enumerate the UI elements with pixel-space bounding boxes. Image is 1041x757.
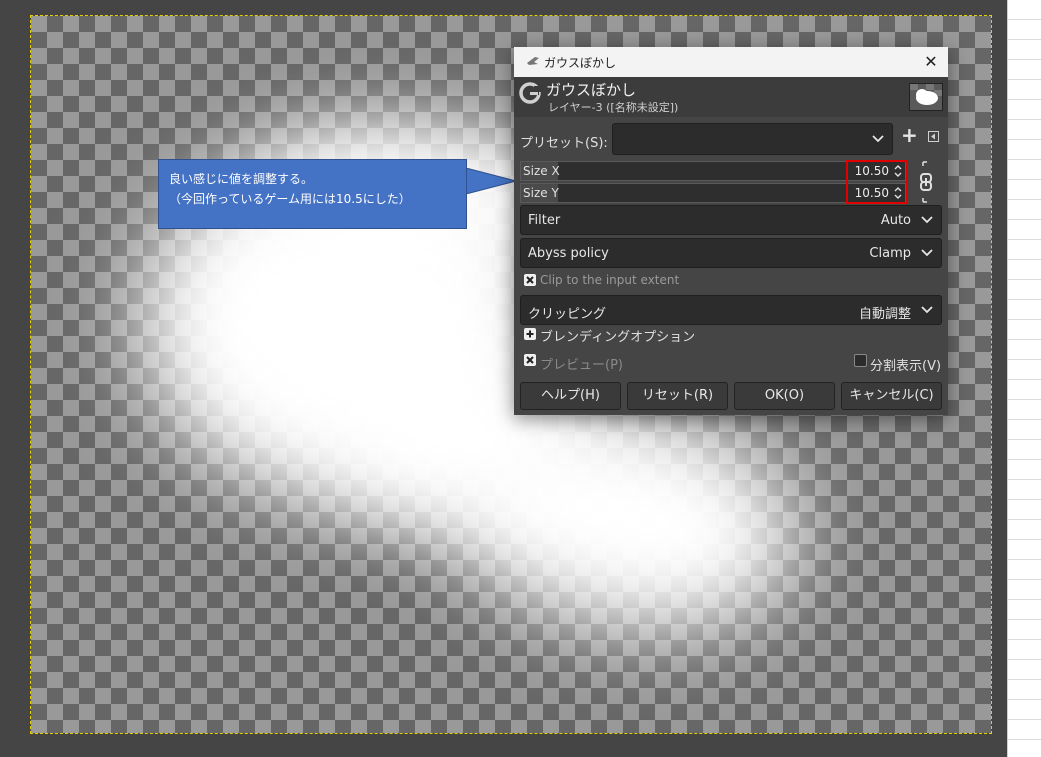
blending-options-label: ブレンディングオプション	[540, 330, 696, 345]
gimp-window-icon	[527, 57, 539, 65]
callout-line-2: （今回作っているゲーム用には10.5にした）	[169, 192, 411, 206]
cancel-button[interactable]: キャンセル(C)	[841, 382, 942, 410]
checkbox-unchecked-icon[interactable]	[854, 354, 867, 367]
checkbox-checked-icon[interactable]	[524, 354, 536, 366]
clipping-value: 自動調整	[858, 307, 911, 322]
gegl-logo-icon	[519, 82, 541, 104]
clipping-label: クリッピング	[528, 307, 607, 322]
layer-thumbnail	[909, 83, 943, 111]
gaussian-blur-dialog: ガウスぼかし ✕ ガウスぼかし レイヤー-3 ([名称未設定]) プリセット(S…	[514, 47, 948, 415]
preview-label: プレビュー(P)	[540, 358, 623, 373]
help-button[interactable]: ヘルプ(H)	[520, 382, 621, 410]
window-title: ガウスぼかし	[544, 56, 617, 70]
dialog-title: ガウスぼかし	[546, 81, 637, 99]
abyss-policy-label: Abyss policy	[528, 246, 609, 261]
add-preset-icon[interactable]: +	[901, 125, 918, 145]
preset-combo[interactable]	[612, 123, 893, 155]
dialog-header: ガウスぼかし レイヤー-3 ([名称未設定])	[514, 77, 948, 117]
abyss-policy-combo[interactable]: Abyss policy Clamp	[520, 238, 942, 268]
size-x-label: Size X	[523, 164, 560, 178]
annotation-callout: 良い感じに値を調整する。 （今回作っているゲーム用には10.5にした）	[158, 159, 467, 229]
clipping-combo[interactable]: クリッピング 自動調整	[520, 295, 942, 325]
preset-label: プリセット(S):	[520, 136, 608, 151]
filter-label: Filter	[528, 213, 561, 228]
close-icon[interactable]: ✕	[920, 51, 942, 73]
checkbox-checked-icon[interactable]	[524, 274, 536, 286]
chevron-down-icon	[921, 306, 933, 314]
callout-pointer	[466, 168, 516, 194]
ok-button[interactable]: OK(O)	[734, 382, 835, 410]
layer-name: レイヤー-3 ([名称未設定])	[548, 101, 679, 114]
spreadsheet-background	[1007, 0, 1041, 757]
chain-link-icon[interactable]	[918, 160, 936, 204]
chevron-down-icon	[921, 216, 933, 224]
preset-menu-icon[interactable]	[928, 131, 939, 142]
expand-plus-icon[interactable]	[524, 328, 536, 340]
preset-row: プリセット(S): +	[520, 123, 940, 155]
reset-button[interactable]: リセット(R)	[627, 382, 728, 410]
clip-extent-label: Clip to the input extent	[540, 273, 680, 287]
size-y-label: Size Y	[523, 186, 559, 200]
filter-combo[interactable]: Filter Auto	[520, 205, 942, 235]
window-titlebar[interactable]: ガウスぼかし ✕	[514, 47, 948, 77]
highlight-box	[846, 160, 908, 204]
callout-line-1: 良い感じに値を調整する。	[169, 172, 314, 186]
chevron-down-icon	[872, 135, 884, 143]
abyss-policy-value: Clamp	[869, 246, 911, 261]
split-view-label: 分割表示(V)	[870, 359, 942, 374]
chevron-down-icon	[921, 249, 933, 257]
filter-value: Auto	[880, 213, 911, 228]
